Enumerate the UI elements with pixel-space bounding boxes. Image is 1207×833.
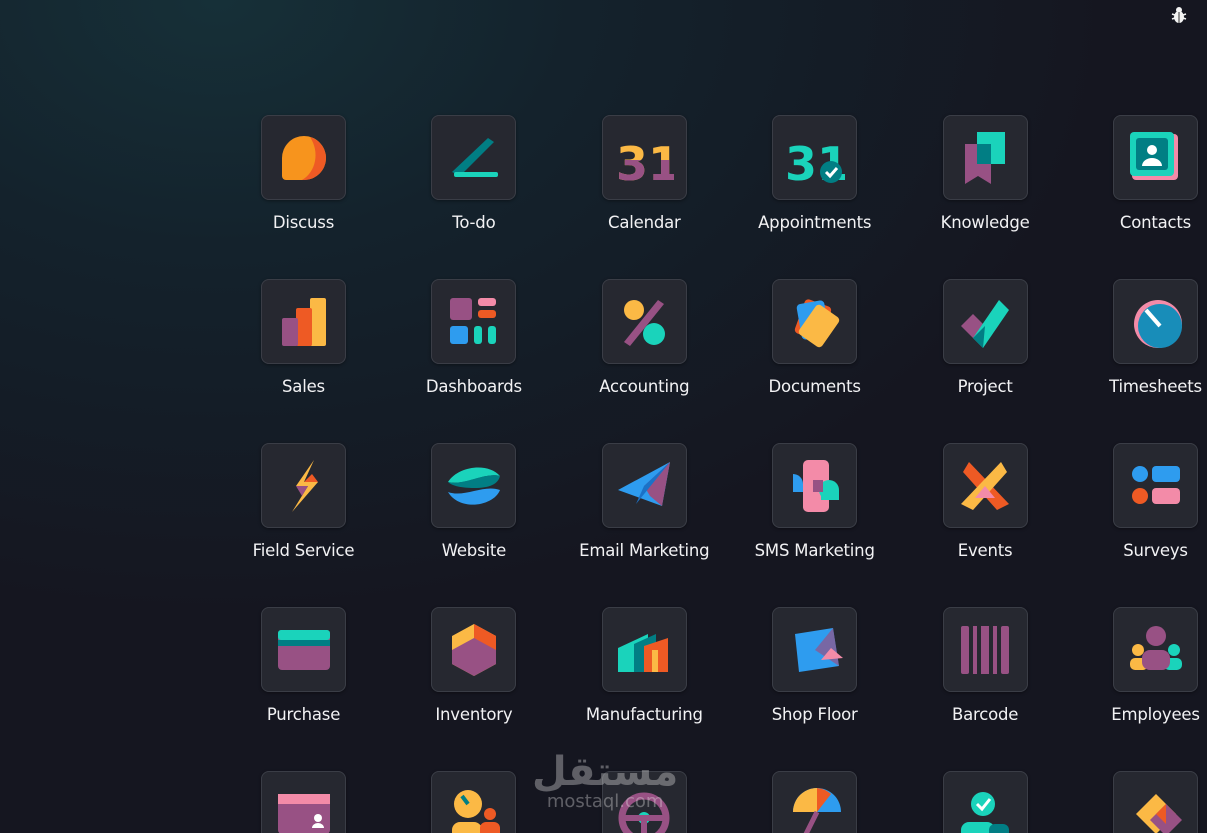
appraisals-icon[interactable] [942,771,1028,833]
surveys-icon[interactable] [1113,443,1198,528]
app-label: Purchase [266,705,341,724]
app-payroll[interactable] [219,771,389,833]
discuss-icon[interactable] [261,115,346,200]
app-label: To-do [452,213,496,232]
app-label: Field Service [252,541,355,560]
app-todo[interactable]: To-do [389,115,559,232]
app-manufacturing[interactable]: Manufacturing [559,607,729,724]
app-label: Timesheets [1109,377,1202,396]
app-label: Accounting [599,377,690,396]
app-contacts[interactable]: Contacts [1071,115,1207,232]
contacts-icon[interactable] [1113,115,1198,200]
studio-icon[interactable] [1113,771,1198,833]
recruitment-icon[interactable] [431,771,517,833]
calendar-icon[interactable]: 31 31 [601,115,687,200]
app-discuss[interactable]: Discuss [219,115,389,232]
app-sales[interactable]: Sales [219,279,389,396]
app-dashboards[interactable]: Dashboards [389,279,559,396]
field-service-icon[interactable] [261,443,346,528]
app-appraisals[interactable] [900,771,1070,833]
app-accounting[interactable]: Accounting [559,279,729,396]
app-label: Sales [282,377,325,396]
app-purchase[interactable]: Purchase [219,607,389,724]
app-appointments[interactable]: 31 Appointments [730,115,900,232]
app-timesheets[interactable]: Timesheets [1071,279,1207,396]
manufacturing-icon[interactable] [601,607,687,692]
app-documents[interactable]: Documents [730,279,900,396]
purchase-icon[interactable] [261,607,346,692]
app-label: SMS Marketing [754,541,875,560]
app-employees[interactable]: Employees [1071,607,1207,724]
app-calendar[interactable]: 31 31 Calendar [559,115,729,232]
app-recruitment[interactable] [389,771,559,833]
app-surveys[interactable]: Surveys [1071,443,1207,560]
app-website[interactable]: Website [389,443,559,560]
sms-marketing-icon[interactable] [772,443,858,528]
app-label: Manufacturing [585,705,703,724]
knowledge-icon[interactable] [942,115,1028,200]
shop-floor-icon[interactable] [772,607,858,692]
app-label: Website [441,541,507,560]
app-barcode[interactable]: Barcode [900,607,1070,724]
app-label: Events [957,541,1013,560]
appointments-icon[interactable]: 31 [772,115,858,200]
accounting-icon[interactable] [601,279,687,364]
app-shop-floor[interactable]: Shop Floor [730,607,900,724]
app-label: Documents [768,377,861,396]
project-icon[interactable] [942,279,1028,364]
timesheets-icon[interactable] [1113,279,1198,364]
app-label: Dashboards [425,377,522,396]
app-sms-marketing[interactable]: SMS Marketing [730,443,900,560]
app-knowledge[interactable]: Knowledge [900,115,1070,232]
app-label: Contacts [1119,213,1192,232]
bug-icon[interactable] [1168,5,1190,25]
helpdesk-icon[interactable] [772,771,858,833]
inventory-icon[interactable] [431,607,517,692]
app-label: Email Marketing [579,541,710,560]
app-label: Appointments [758,213,872,232]
app-label: Employees [1111,705,1200,724]
app-email-marketing[interactable]: Email Marketing [559,443,729,560]
employees-icon[interactable] [1113,607,1198,692]
app-label: Knowledge [940,213,1030,232]
app-label: Discuss [272,213,335,232]
app-studio[interactable] [1071,771,1207,833]
todo-icon[interactable] [431,115,517,200]
app-events[interactable]: Events [900,443,1070,560]
website-icon[interactable] [431,443,517,528]
fleet-icon[interactable] [601,771,687,833]
app-label: Calendar [608,213,681,232]
app-label: Inventory [435,705,513,724]
app-label: Barcode [951,705,1019,724]
barcode-icon[interactable] [942,607,1028,692]
app-field-service[interactable]: Field Service [219,443,389,560]
app-helpdesk[interactable] [730,771,900,833]
sales-icon[interactable] [261,279,346,364]
app-label: Surveys [1123,541,1188,560]
app-label: Project [957,377,1013,396]
app-inventory[interactable]: Inventory [389,607,559,724]
events-icon[interactable] [942,443,1028,528]
documents-icon[interactable] [772,279,858,364]
payroll-icon[interactable] [261,771,346,833]
app-fleet[interactable] [559,771,729,833]
app-project[interactable]: Project [900,279,1070,396]
dashboards-icon[interactable] [431,279,517,364]
app-label: Shop Floor [771,705,858,724]
email-marketing-icon[interactable] [601,443,687,528]
